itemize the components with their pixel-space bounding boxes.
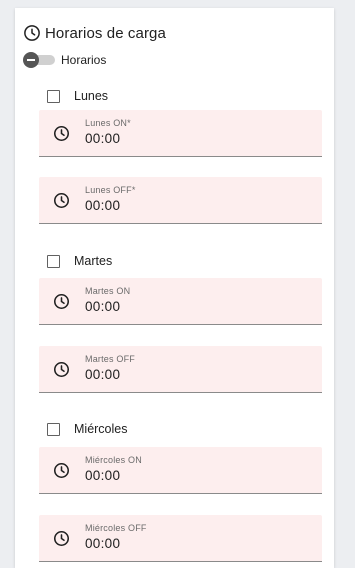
time-field-martes-on[interactable]: Martes ON 00:00 [39, 278, 322, 325]
toggle-label: Horarios [61, 53, 107, 67]
field-label: Martes ON [85, 286, 131, 296]
field-label: Lunes ON* [85, 118, 131, 128]
schedule-toggle[interactable] [23, 52, 55, 68]
checkbox-lunes[interactable] [47, 89, 60, 103]
field-value: 00:00 [85, 536, 121, 551]
clock-icon [53, 125, 70, 142]
clock-icon [53, 192, 70, 209]
day-row-lunes: Lunes [47, 86, 108, 106]
toggle-thumb [23, 52, 39, 68]
field-value: 00:00 [85, 468, 121, 483]
checkbox-miercoles[interactable] [47, 422, 60, 436]
clock-icon [53, 462, 70, 479]
field-value: 00:00 [85, 299, 121, 314]
field-value: 00:00 [85, 367, 121, 382]
schedule-toggle-row: Horarios [23, 50, 106, 70]
time-field-miercoles-on[interactable]: Miércoles ON 00:00 [39, 447, 322, 494]
day-label: Lunes [74, 89, 109, 103]
field-value: 00:00 [85, 198, 121, 213]
clock-icon [53, 361, 70, 378]
time-field-martes-off[interactable]: Martes OFF 00:00 [39, 346, 322, 393]
card-header: Horarios de carga [23, 22, 166, 44]
day-row-martes: Martes [47, 251, 112, 271]
checkbox-martes[interactable] [47, 254, 60, 268]
day-row-miercoles: Miércoles [47, 419, 128, 439]
clock-icon [24, 25, 40, 41]
day-label: Miércoles [74, 422, 128, 436]
card-title: Horarios de carga [45, 24, 166, 42]
clock-icon [53, 530, 70, 547]
charging-schedule-card: Horarios de carga Horarios Lunes Lunes O… [15, 8, 334, 568]
field-value: 00:00 [85, 131, 121, 146]
minus-icon [27, 59, 35, 61]
field-label: Martes OFF [85, 354, 136, 364]
day-label: Martes [74, 254, 113, 268]
field-label: Miércoles ON [85, 455, 142, 465]
field-label: Miércoles OFF [85, 523, 147, 533]
clock-icon [53, 293, 70, 310]
field-label: Lunes OFF* [85, 185, 136, 195]
time-field-miercoles-off[interactable]: Miércoles OFF 00:00 [39, 515, 322, 562]
time-field-lunes-on[interactable]: Lunes ON* 00:00 [39, 110, 322, 157]
time-field-lunes-off[interactable]: Lunes OFF* 00:00 [39, 177, 322, 224]
